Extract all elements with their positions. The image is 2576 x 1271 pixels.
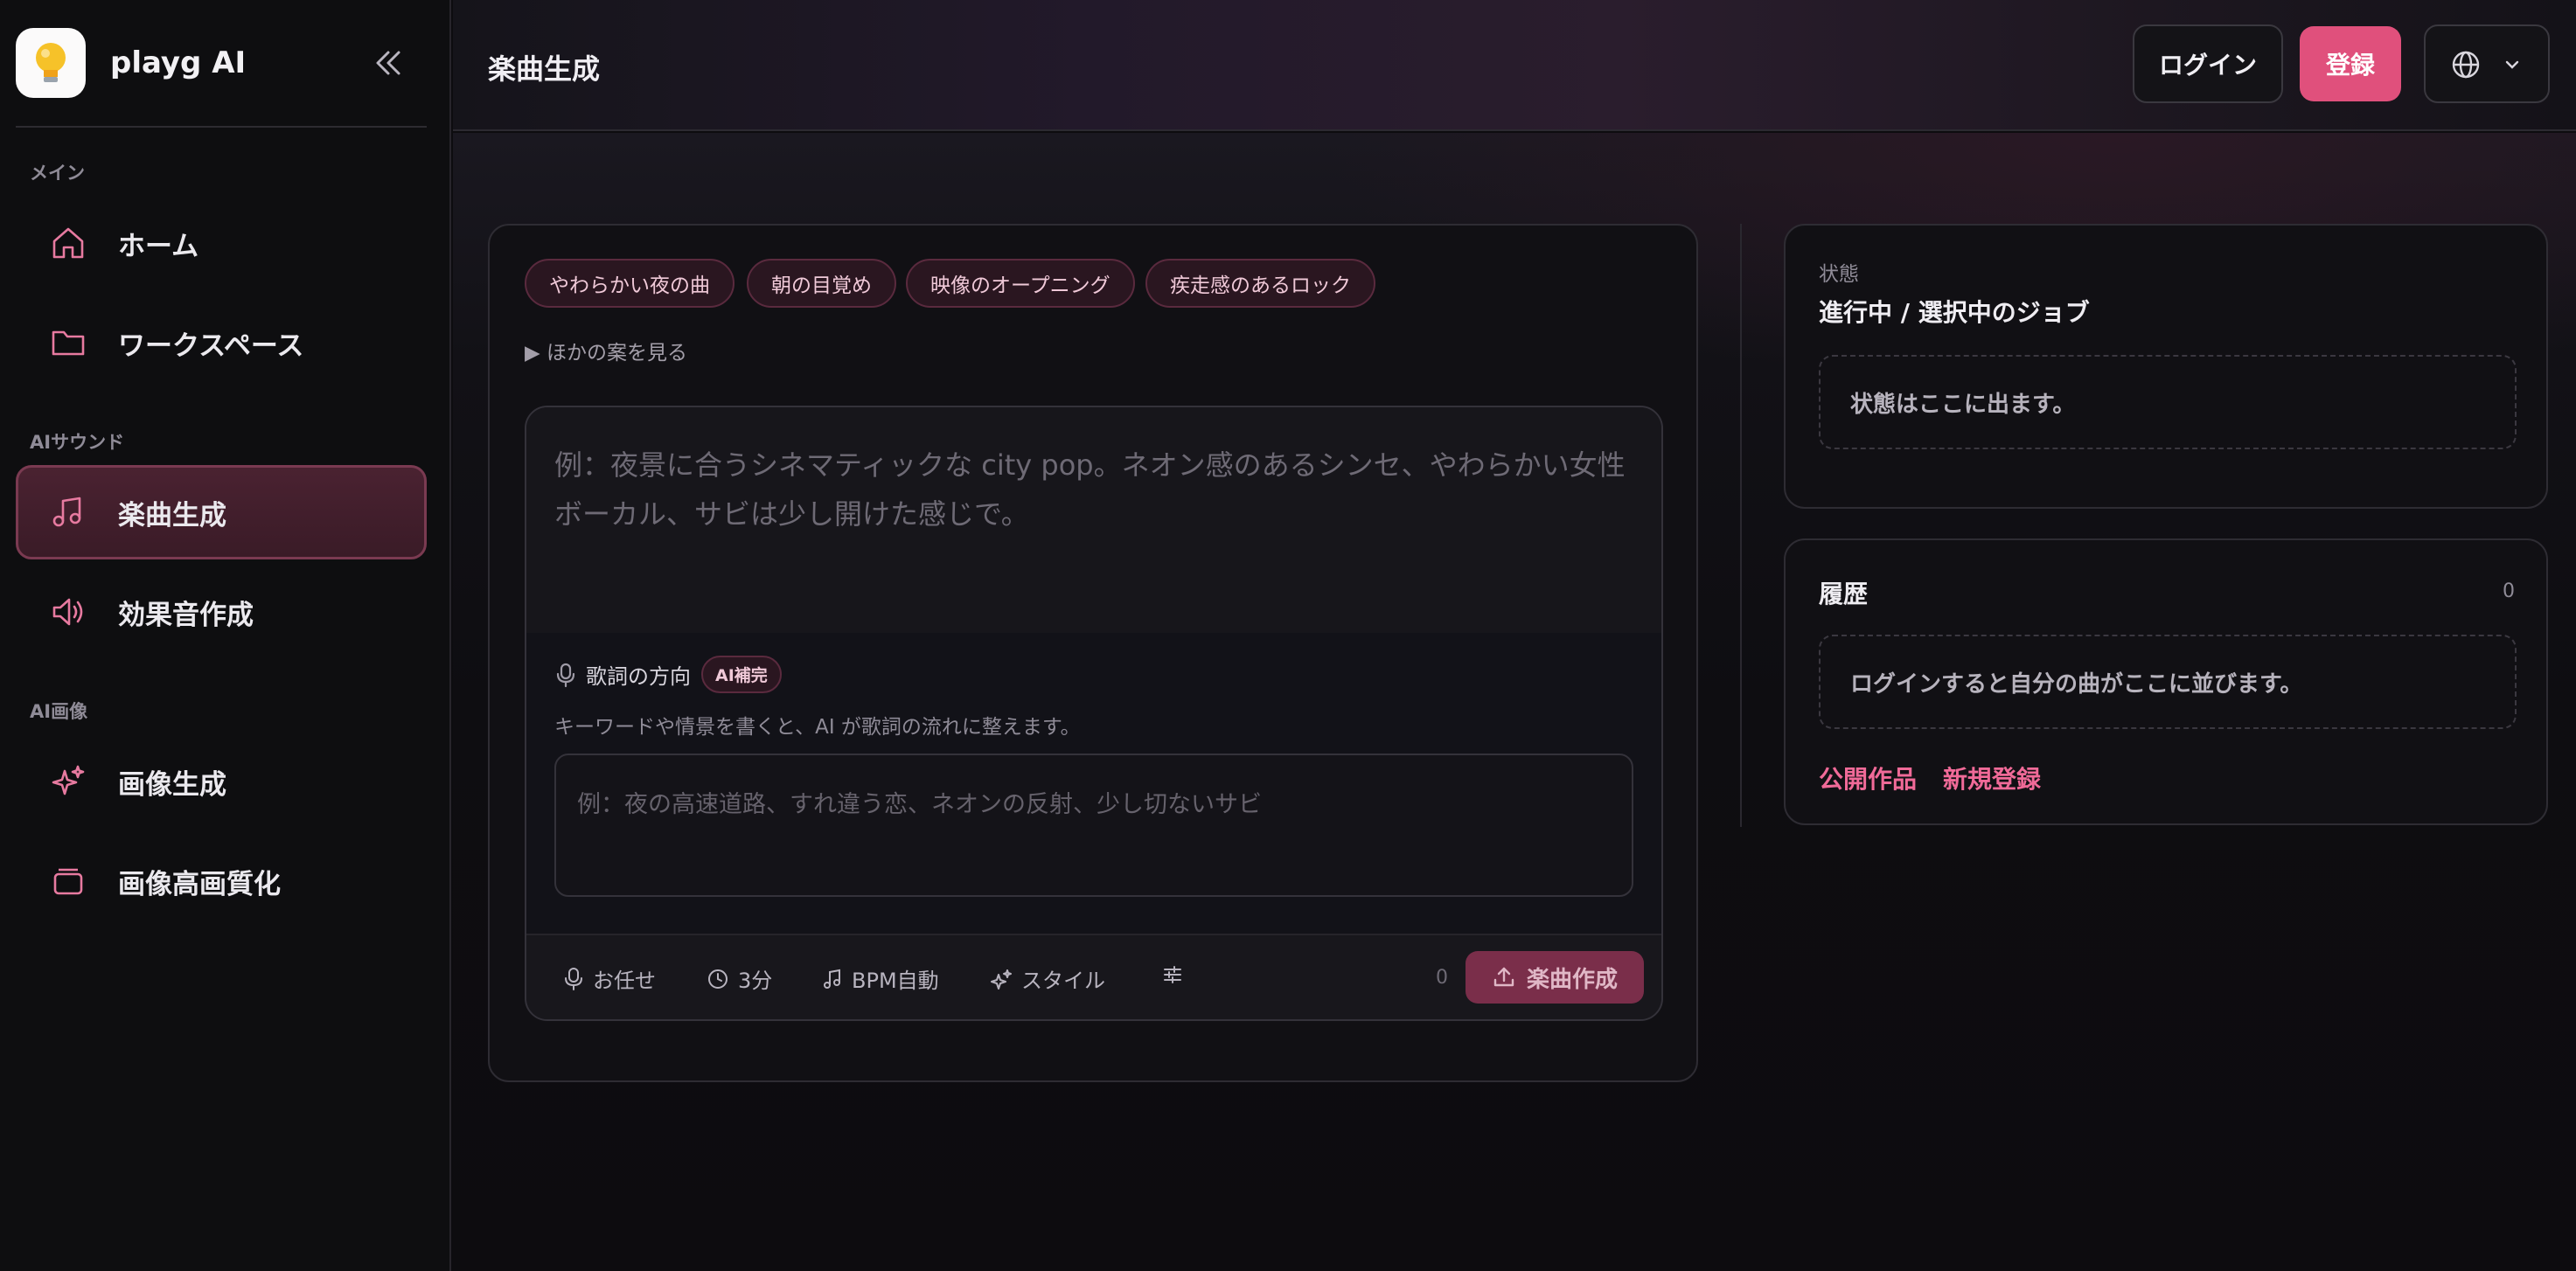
sidebar-item-workspace[interactable]: ワークスペース [16,295,427,390]
chevron-down-icon [2505,60,2519,69]
sidebar-item-image-upscale[interactable]: 画像高画質化 [16,834,427,928]
sidebar-item-music-generation[interactable]: 楽曲生成 [16,465,427,559]
lyrics-description: キーワードや情景を書くと、AI が歌詞の流れに整えます。 [554,716,1081,739]
login-button[interactable]: ログイン [2133,24,2283,103]
sparkles-icon [991,969,1012,990]
sidebar-item-image-generation[interactable]: 画像生成 [16,734,427,829]
vocal-option-label: お任せ [593,969,656,993]
duration-option-label: 3分 [738,969,773,993]
language-select[interactable] [2424,24,2550,103]
sidebar-item-label: 効果音作成 [118,599,254,631]
speaker-icon [49,593,87,631]
top-header: 楽曲生成 ログイン 登録 [453,0,2576,131]
suggestion-chip[interactable]: 朝の目覚め [747,259,896,308]
sidebar-item-label: ホーム [118,230,199,262]
clock-icon [708,969,728,989]
style-option-label: スタイル [1021,969,1105,993]
history-count: 0 [2503,580,2515,602]
section-label-main: メイン [30,163,85,184]
sidebar: playg AI メイン ホーム ワークスペース AIサウンド 楽曲生成 効果音… [0,0,451,1271]
page-title: 楽曲生成 [488,52,601,86]
composer-toolbar: お任せ 3分 BPM自動 スタイル 0 楽曲作成 [526,934,1661,1019]
globe-icon [2452,51,2480,79]
sliders-icon [1164,966,1181,983]
more-ideas-toggle[interactable]: ▶ ほかの案を見る [525,336,687,365]
section-label-ai-image: AI画像 [30,701,88,722]
public-works-link[interactable]: 公開作品 [1819,761,1917,795]
status-title: 進行中 / 選択中のジョブ [1819,298,2090,327]
lyrics-title: 歌詞の方向 [586,664,691,689]
register-button[interactable]: 登録 [2300,26,2401,101]
prompt-input[interactable]: 例：夜景に合うシネマティックな city pop。ネオン感のあるシンセ、やわらか… [526,407,1661,633]
upload-icon [1493,967,1514,987]
signup-link[interactable]: 新規登録 [1943,761,2041,795]
bpm-option[interactable]: BPM自動 [822,963,939,994]
sidebar-item-label: ワークスペース [118,330,304,362]
sidebar-divider [16,126,427,128]
vocal-option[interactable]: お任せ [563,963,656,994]
sidebar-item-label: 画像高画質化 [118,868,281,900]
music-note-icon [824,969,840,989]
history-title: 履歴 [1819,580,1869,608]
music-note-icon [49,493,87,531]
suggestion-chip[interactable]: 疾走感のあるロック [1145,259,1375,308]
layers-icon [49,862,87,900]
sidebar-item-sound-effects[interactable]: 効果音作成 [16,565,427,659]
suggestion-chip[interactable]: やわらかい夜の曲 [525,259,735,308]
section-label-ai-sound: AIサウンド [30,432,125,453]
microphone-icon [565,967,582,990]
character-count: 0 [1436,967,1448,989]
lyrics-input[interactable]: 例：夜の高速道路、すれ違う恋、ネオンの反射、少し切ないサビ [554,754,1633,897]
lyrics-section: 歌詞の方向 AI補完 キーワードや情景を書くと、AI が歌詞の流れに整えます。 … [526,633,1661,934]
sparkles-icon [49,762,87,801]
sidebar-item-home[interactable]: ホーム [16,196,427,290]
bpm-option-label: BPM自動 [852,969,939,993]
ai-assist-badge: AI補完 [701,656,782,693]
suggestion-chip[interactable]: 映像のオープニング [906,259,1135,308]
sidebar-item-label: 楽曲生成 [118,499,226,531]
advanced-settings[interactable] [1161,963,1193,986]
create-music-button[interactable]: 楽曲作成 [1466,951,1644,1004]
duration-option[interactable]: 3分 [707,963,772,994]
style-option[interactable]: スタイル [990,963,1105,994]
sidebar-item-label: 画像生成 [118,768,226,801]
prompt-box: 例：夜景に合うシネマティックな city pop。ネオン感のあるシンセ、やわらか… [525,406,1663,1021]
history-empty: ログインすると自分の曲がここに並びます。 [1819,635,2517,729]
composer-card: やわらかい夜の曲 朝の目覚め 映像のオープニング 疾走感のあるロック ▶ ほかの… [488,224,1698,1082]
create-music-label: 楽曲作成 [1526,966,1618,993]
status-label: 状態 [1819,263,1859,286]
lightbulb-icon [16,28,86,98]
column-divider [1740,224,1742,827]
brand-name: playg AI [110,45,247,80]
brand[interactable]: playg AI [16,28,246,98]
history-card: 履歴 0 ログインすると自分の曲がここに並びます。 公開作品 新規登録 [1784,538,2548,825]
collapse-sidebar-icon[interactable] [369,45,407,80]
home-icon [49,224,87,262]
status-empty: 状態はここに出ます。 [1819,355,2517,449]
microphone-icon [556,663,575,687]
status-card: 状態 進行中 / 選択中のジョブ 状態はここに出ます。 [1784,224,2548,509]
folder-icon [49,323,87,362]
